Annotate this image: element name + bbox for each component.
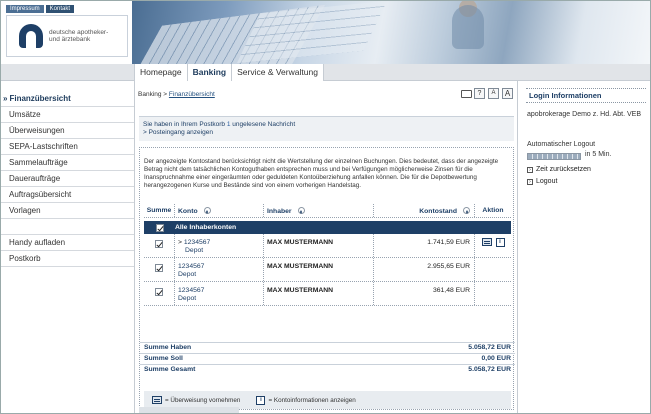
apobank-logo-icon [19, 24, 43, 48]
impressum-link[interactable]: Impressum [6, 5, 44, 13]
font-large-icon[interactable]: A [502, 88, 513, 99]
tab-banking[interactable]: Banking [188, 64, 233, 81]
total-row: Summe Soll 0,00 EUR [140, 353, 515, 364]
expand-chevron-icon[interactable]: > [178, 239, 182, 246]
auto-logout-label: Automatischer Logout [527, 141, 596, 148]
breadcrumb-prefix: Banking > [138, 91, 169, 98]
page-tools: ? A A [460, 88, 513, 99]
help-icon[interactable]: ? [474, 88, 485, 99]
site-header: Impressum Kontakt deutsche apotheker- un… [1, 1, 650, 64]
account-type[interactable]: Depot [178, 246, 263, 255]
logout-minutes: in 5 Min. [585, 151, 612, 158]
table-header: Summe Konto Inhaber Kontostand Aktion [144, 204, 511, 218]
transfer-icon [152, 396, 162, 404]
info-icon[interactable]: i [495, 238, 505, 247]
arrow-box-icon: › [527, 178, 533, 185]
postkorb-notice: Sie haben in Ihrem Postkorb 1 ungelesene… [139, 116, 514, 141]
transfer-icon[interactable] [481, 238, 492, 246]
account-type[interactable]: Depot [178, 294, 263, 303]
account-balance: 1.741,59 EUR [374, 234, 475, 257]
group-label: Alle Inhaberkonten [175, 224, 237, 231]
login-info-title: Login Informationen [526, 88, 646, 103]
bank-name-line2: und ärztebank [49, 36, 91, 43]
accounts-table: Summe Konto Inhaber Kontostand Aktion Al… [144, 204, 511, 306]
sidebar-item-finanzuebersicht[interactable]: » Finanzübersicht [1, 91, 134, 107]
table-row: > 1234567 Depot MAX MUSTERMANN 1.741,59 E… [144, 234, 511, 258]
legend-info: = Kontoinformationen anzeigen [268, 396, 356, 404]
account-number[interactable]: 1234567 [178, 287, 263, 294]
row-checkbox[interactable] [155, 264, 163, 272]
postkorb-message: Sie haben in Ihrem Postkorb 1 ungelesene… [143, 121, 296, 128]
group-checkbox[interactable] [155, 223, 164, 232]
user-name: apobrokerage Demo z. Hd. Abt. VEB [527, 111, 642, 118]
row-checkbox[interactable] [155, 240, 163, 248]
sidebar-item-postkorb[interactable]: Postkorb [1, 251, 134, 267]
account-holder: MAX MUSTERMANN [264, 282, 374, 305]
bank-name-line1: deutsche apotheker- [49, 28, 109, 36]
breadcrumb-current[interactable]: Finanzübersicht [169, 91, 215, 98]
balance-disclaimer: Der angezeigte Kontostand berücksichtigt… [144, 158, 499, 189]
logout-link[interactable]: › Logout [527, 178, 557, 185]
header-banner-image [132, 1, 650, 64]
sort-icon[interactable] [297, 207, 305, 214]
main-navigation: Homepage Banking Service & Verwaltung [1, 64, 650, 81]
totals: Summe Haben 5.058,72 EUR Summe Soll 0,00 E… [140, 342, 515, 375]
account-balance: 361,48 EUR [374, 282, 475, 305]
main-content: Banking > Finanzübersicht ? A A Sie habe… [134, 81, 518, 413]
sort-icon[interactable] [203, 207, 211, 214]
main-tabs: Homepage Banking Service & Verwaltung [134, 64, 324, 81]
sidebar-item-sammelauftraege[interactable]: Sammelaufträge [1, 155, 134, 171]
bottom-button[interactable] [139, 407, 239, 413]
sidebar: » Finanzübersicht Umsätze Überweisungen S… [1, 91, 134, 267]
info-icon: i [256, 395, 266, 405]
tab-homepage[interactable]: Homepage [135, 64, 188, 81]
sidebar-item-handy-aufladen[interactable]: Handy aufladen [1, 235, 134, 251]
account-overview-box: Der angezeigte Kontostand berücksichtigt… [139, 147, 515, 410]
arrow-box-icon: › [527, 166, 533, 173]
table-row: 1234567 Depot MAX MUSTERMANN 2.955,65 EUR [144, 258, 511, 282]
account-number[interactable]: 1234567 [184, 239, 210, 246]
active-arrow-icon: » [3, 94, 8, 103]
font-small-icon[interactable]: A [488, 88, 499, 99]
bank-name: deutsche apotheker- und ärztebank [49, 29, 108, 44]
total-row: Summe Haben 5.058,72 EUR [140, 342, 515, 353]
account-holder: MAX MUSTERMANN [264, 234, 374, 257]
table-row: 1234567 Depot MAX MUSTERMANN 361,48 EUR [144, 282, 511, 306]
bank-logo[interactable]: deutsche apotheker- und ärztebank [6, 15, 128, 57]
kontakt-link[interactable]: Kontakt [45, 5, 75, 13]
posteingang-link[interactable]: > Posteingang anzeigen [143, 129, 510, 137]
account-number[interactable]: 1234567 [178, 263, 263, 270]
sidebar-item-label: Finanzübersicht [9, 94, 71, 103]
row-checkbox[interactable] [155, 288, 163, 296]
col-summe: Summe [144, 204, 175, 217]
top-links: Impressum Kontakt [6, 5, 75, 13]
sidebar-item-auftragsuebersicht[interactable]: Auftragsübersicht [1, 187, 134, 203]
col-konto[interactable]: Konto [175, 204, 264, 217]
account-balance: 2.955,65 EUR [374, 258, 475, 281]
sidebar-item-sepa-lastschriften[interactable]: SEPA-Lastschriften [1, 139, 134, 155]
sidebar-item-vorlagen[interactable]: Vorlagen [1, 203, 134, 219]
sidebar-item-dauerauftraege[interactable]: Daueraufträge [1, 171, 134, 187]
tab-service-verwaltung[interactable]: Service & Verwaltung [232, 64, 323, 81]
sort-icon[interactable] [463, 207, 470, 214]
printer-icon[interactable] [460, 88, 471, 99]
logout-timer-bar [527, 153, 581, 160]
legend-transfer: = Überweisung vornehmen [165, 396, 241, 404]
account-type[interactable]: Depot [178, 270, 263, 279]
col-kontostand[interactable]: Kontostand [374, 204, 475, 217]
group-row: Alle Inhaberkonten [144, 221, 511, 234]
browser-page: Impressum Kontakt deutsche apotheker- un… [0, 0, 651, 414]
breadcrumb: Banking > Finanzübersicht [138, 91, 215, 98]
sidebar-item-umsaetze[interactable]: Umsätze [1, 107, 134, 123]
col-inhaber[interactable]: Inhaber [264, 204, 374, 217]
login-info-panel: Login Informationen apobrokerage Demo z.… [519, 81, 650, 413]
col-aktion: Aktion [482, 207, 504, 214]
sidebar-item-ueberweisungen[interactable]: Überweisungen [1, 123, 134, 139]
reset-timer-link[interactable]: › Zeit zurücksetzen [527, 166, 591, 173]
total-row: Summe Gesamt 5.058,72 EUR [140, 364, 515, 375]
account-holder: MAX MUSTERMANN [264, 258, 374, 281]
